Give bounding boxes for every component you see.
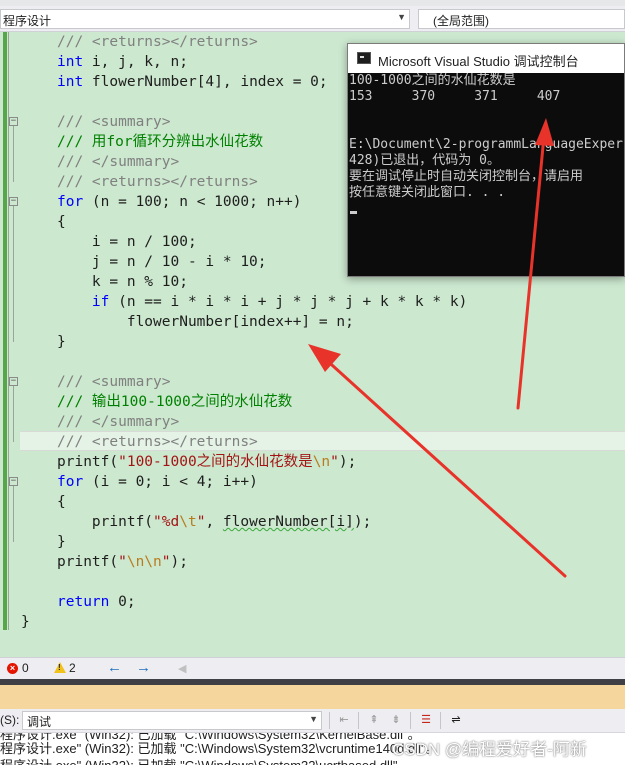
console-cursor [350, 211, 357, 214]
output-line: 程序设计.exe" (Win32): 已加载 "C:\Windows\Syste… [0, 757, 410, 765]
toolbar-separator [440, 712, 441, 729]
toolbar-separator [329, 712, 330, 729]
console-line: 100-1000之间的水仙花数是 [349, 73, 516, 88]
warning-icon[interactable]: ! [54, 662, 66, 673]
scroll-left-icon[interactable]: ◀ [178, 662, 186, 675]
warning-count[interactable]: 2 [69, 661, 76, 675]
output-pane-header [0, 685, 625, 709]
outline-guide [13, 486, 14, 542]
console-titlebar[interactable]: Microsoft Visual Studio 调试控制台 [348, 44, 624, 73]
code-line: k = n % 10; [57, 274, 188, 290]
debug-console-window[interactable]: Microsoft Visual Studio 调试控制台 100-1000之间… [347, 43, 625, 277]
clear-all-icon[interactable]: ☰ [418, 713, 434, 728]
code-line: /// <returns></returns> [57, 174, 258, 190]
error-status-row: × 0 ! 2 ← → ◀ [0, 657, 625, 679]
code-line: /// </summary> [57, 414, 180, 430]
output-toolbar: (S): 调试 ▼ ⇤ ⇞ ⇟ ☰ ⇌ [0, 709, 625, 733]
change-tracking-bar [3, 32, 7, 630]
code-line: /// 输出100-1000之间的水仙花数 [57, 394, 293, 410]
next-message-icon[interactable]: ⇟ [388, 713, 404, 728]
code-line: } [57, 334, 66, 350]
code-line: return 0; [57, 594, 136, 610]
previous-issue-arrow-icon[interactable]: ← [107, 659, 122, 676]
console-line: 按任意键关闭此窗口. . . [349, 185, 506, 200]
goto-location-icon[interactable]: ⇤ [336, 713, 352, 728]
code-line: j = n / 10 - i * 10; [57, 254, 267, 270]
outline-guide [13, 386, 14, 442]
code-line: /// <summary> [57, 374, 171, 390]
console-app-icon [357, 52, 371, 64]
code-line: flowerNumber[index++] = n; [57, 314, 354, 330]
collapse-toggle-icon[interactable]: − [9, 197, 18, 206]
code-line: i = n / 100; [57, 234, 197, 250]
error-icon[interactable]: × [7, 663, 18, 674]
csdn-watermark: CSDN @编程爱好者-阿新 [392, 740, 587, 759]
outline-guide [13, 126, 14, 182]
code-line: int flowerNumber[4], index = 0; [57, 74, 328, 90]
outline-guide [8, 32, 9, 630]
code-line: printf("\n\n"); [57, 554, 188, 570]
code-line: /// </summary> [57, 154, 180, 170]
code-line: if (n == i * i * i + j * j * j + k * k *… [91, 294, 468, 310]
word-wrap-icon[interactable]: ⇌ [448, 713, 464, 728]
window-title: ebone [0, 0, 31, 3]
console-title: Microsoft Visual Studio 调试控制台 [378, 54, 579, 69]
next-issue-arrow-icon[interactable]: → [136, 659, 151, 676]
console-line: E:\Document\2-programmLanguageExper [349, 137, 623, 152]
console-line: 153 370 371 407 [349, 89, 561, 104]
scope-dropdown[interactable]: 程序设计 ▼ [0, 9, 410, 29]
code-line: { [57, 494, 66, 510]
collapse-toggle-icon[interactable]: − [9, 477, 18, 486]
output-source-select[interactable]: 调试 ▼ [22, 711, 322, 730]
code-line: } [21, 614, 30, 630]
code-line: for (n = 100; n < 1000; n++) [57, 194, 302, 210]
toolbar-separator [410, 712, 411, 729]
chevron-down-icon[interactable]: ▼ [397, 12, 406, 22]
code-line: int i, j, k, n; [57, 54, 188, 70]
console-output: 100-1000之间的水仙花数是 153 370 371 407 E:\Docu… [348, 73, 624, 276]
output-source-value: 调试 [27, 715, 52, 729]
console-line: 要在调试停止时自动关闭控制台，请启用 [349, 169, 584, 184]
console-line: 428)已退出，代码为 0。 [349, 153, 500, 168]
code-line: for (i = 0; i < 4; i++) [57, 474, 258, 490]
chevron-down-icon[interactable]: ▼ [309, 714, 318, 724]
toolbar-separator [358, 712, 359, 729]
editor-navigation-bar: 程序设计 ▼ (全局范围) [0, 6, 625, 32]
previous-message-icon[interactable]: ⇞ [366, 713, 382, 728]
error-count[interactable]: 0 [22, 661, 29, 675]
collapse-toggle-icon[interactable]: − [9, 377, 18, 386]
code-line: /// <returns></returns> [57, 434, 258, 450]
code-line: { [57, 214, 66, 230]
code-line: printf("100-1000之间的水仙花数是\n"); [57, 454, 357, 470]
output-line: 程序设计.exe" (Win32): 已加载 "C:\Windows\Syste… [0, 741, 439, 756]
member-dropdown[interactable]: (全局范围) [418, 9, 625, 29]
scope-dropdown-value: 程序设计 [3, 14, 52, 28]
collapse-toggle-icon[interactable]: − [9, 117, 18, 126]
code-line: /// <summary> [57, 114, 171, 130]
code-line: /// <returns></returns> [57, 34, 258, 50]
member-dropdown-value: (全局范围) [433, 14, 489, 28]
code-line: } [57, 534, 66, 550]
outline-guide [13, 206, 14, 342]
code-line: printf("%d\t", flowerNumber[i]); [57, 514, 372, 530]
show-output-label: (S): [0, 713, 20, 727]
code-line: /// 用for循环分辨出水仙花数 [57, 134, 264, 150]
